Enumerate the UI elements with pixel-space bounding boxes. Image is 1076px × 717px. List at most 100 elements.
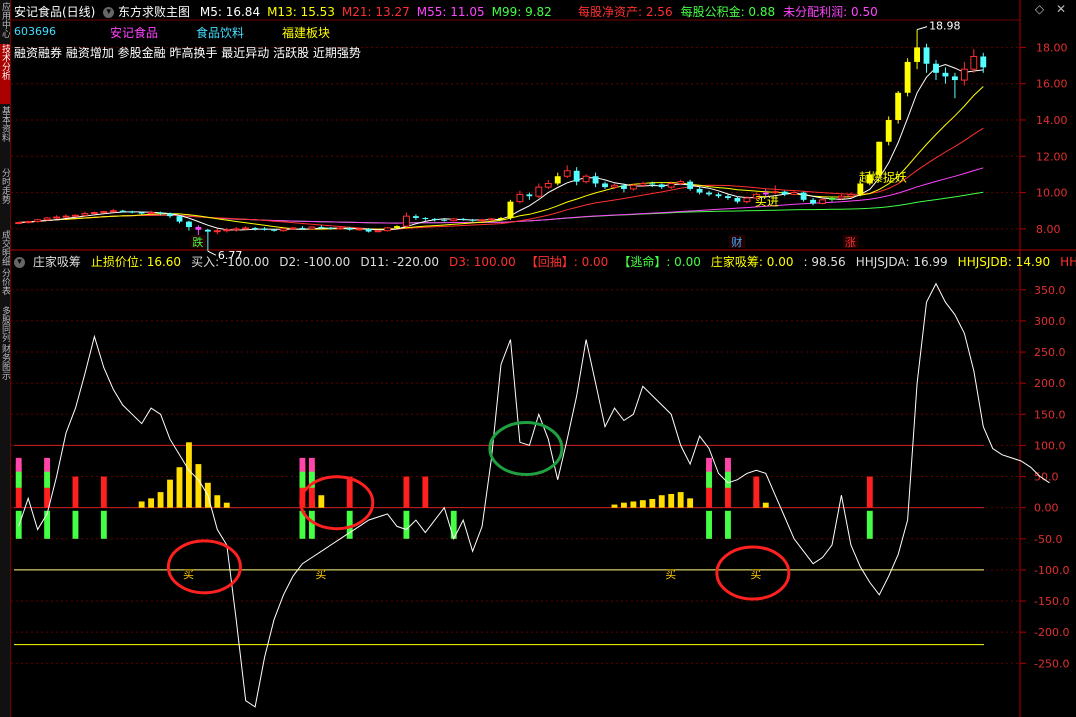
candle-body bbox=[810, 199, 816, 204]
indicator-menu-icon[interactable]: ▾ bbox=[14, 257, 25, 268]
price-tick-label: 8.00 bbox=[1036, 223, 1061, 236]
indicator-tick-label: -150.0 bbox=[1034, 595, 1069, 608]
candle-body bbox=[507, 201, 514, 218]
indicator-header-item: D2: -100.00 bbox=[279, 255, 351, 269]
candle-body bbox=[488, 218, 495, 221]
candle-body bbox=[629, 184, 637, 190]
accumulation-bar bbox=[186, 442, 192, 508]
indicator-header-item: 庄家吸筹: 0.00 bbox=[710, 255, 794, 269]
candle-body bbox=[157, 212, 164, 214]
candle-body bbox=[677, 181, 685, 184]
indicator-tick-label: -200.0 bbox=[1034, 626, 1069, 639]
signal-bar-red bbox=[866, 476, 873, 508]
candle-body bbox=[53, 216, 60, 219]
candle-body bbox=[478, 219, 486, 222]
candle-body bbox=[460, 218, 467, 220]
candle-body bbox=[498, 217, 504, 219]
candle-body bbox=[563, 170, 571, 177]
stock-title: 安记食品(日线) bbox=[14, 5, 96, 19]
indicator-header-item: HHJSJDA: 16.99 bbox=[855, 255, 948, 269]
fundamental-item: 未分配利润: 0.50 bbox=[783, 5, 878, 19]
sector-badge: 食品饮料 bbox=[196, 26, 245, 40]
indicator-header: ▾ 庄家吸筹 止损价位: 16.60 买入: -100.00 D2: -100.00 D… bbox=[14, 253, 1076, 270]
template-name[interactable]: 东方求败主图 bbox=[118, 5, 190, 19]
indicator-tick-label: -50.0 bbox=[1034, 533, 1062, 546]
price-tick-label: 10.00 bbox=[1036, 187, 1068, 200]
candle-body bbox=[100, 211, 108, 214]
candle-body bbox=[582, 175, 590, 183]
candle-body bbox=[119, 210, 126, 212]
candle-body bbox=[431, 218, 438, 220]
diamond-icon[interactable]: ◇ bbox=[1035, 2, 1044, 16]
candle-body bbox=[535, 186, 543, 197]
candle-body bbox=[960, 68, 968, 81]
candle-body bbox=[289, 227, 297, 230]
accumulation-bar bbox=[621, 502, 627, 508]
candle-body bbox=[365, 228, 372, 232]
chart-canvas: 8.0010.0012.0014.0016.0018.0018.986.77起爆… bbox=[11, 0, 1076, 717]
signal-bar-green bbox=[866, 510, 873, 539]
candle-body bbox=[318, 227, 325, 229]
fundamentals-legend: 每股净资产: 2.56 每股公积金: 0.88 未分配利润: 0.50 bbox=[578, 3, 878, 20]
candle-body bbox=[252, 227, 259, 229]
accumulation-bar bbox=[668, 493, 675, 508]
signal-bar-red bbox=[100, 476, 107, 508]
candle-body bbox=[602, 183, 608, 188]
candle-body bbox=[516, 193, 524, 203]
candle-body bbox=[271, 229, 277, 231]
ma-line-5 bbox=[18, 63, 984, 231]
sector-badge: 福建板块 bbox=[282, 26, 331, 40]
accumulation-bar bbox=[176, 467, 183, 508]
candle-body bbox=[280, 228, 287, 232]
candle-body bbox=[129, 211, 136, 213]
candle-body bbox=[725, 196, 731, 199]
close-icon[interactable]: ✕ bbox=[1056, 2, 1066, 16]
accumulation-bar bbox=[223, 502, 230, 508]
signal-bar-pink bbox=[706, 457, 712, 472]
candle-body bbox=[904, 61, 911, 93]
candle-body bbox=[639, 182, 647, 186]
candle-body bbox=[450, 218, 458, 222]
indicator-tick-label: 300.0 bbox=[1034, 315, 1066, 328]
signal-bar-green-mid bbox=[44, 471, 51, 488]
candle-body bbox=[34, 219, 42, 223]
sector-badges: 安记食品 食品饮料 福建板块 bbox=[110, 24, 330, 41]
price-tick-label: 18.00 bbox=[1036, 41, 1068, 54]
candle-body bbox=[687, 181, 694, 189]
candle-body bbox=[308, 226, 316, 230]
buy-label: 买 bbox=[665, 568, 676, 581]
ma-legend-item: M13: 15.53 bbox=[267, 5, 335, 19]
template-menu-icon[interactable]: ▾ bbox=[103, 7, 115, 18]
indicator-header-item: 庄家吸筹 bbox=[32, 255, 81, 269]
signal-bar-pink bbox=[308, 457, 315, 472]
indicator-tick-label: 150.0 bbox=[1034, 408, 1066, 421]
price-annotation: 起爆捉妖 bbox=[859, 170, 907, 185]
candle-body bbox=[876, 141, 883, 175]
signal-bar-red bbox=[753, 476, 760, 508]
signal-bar-green-mid bbox=[725, 471, 731, 488]
candle-body bbox=[706, 192, 712, 195]
signal-bar-pink bbox=[15, 457, 22, 472]
accumulation-bar bbox=[138, 501, 145, 508]
candle-body bbox=[554, 176, 561, 184]
candle-body bbox=[933, 63, 939, 73]
signal-bar-red bbox=[72, 476, 79, 508]
bottom-tag: 涨 bbox=[845, 236, 856, 249]
candle-body bbox=[649, 183, 656, 185]
accumulation-bar bbox=[677, 492, 684, 508]
candle-body bbox=[167, 213, 173, 217]
buy-label: 买 bbox=[750, 568, 761, 581]
price-annotation: 18.98 bbox=[929, 20, 961, 33]
window-controls: ◇ ✕ bbox=[1035, 2, 1066, 16]
candle-body bbox=[951, 76, 958, 81]
candle-body bbox=[970, 55, 978, 70]
candle-body bbox=[942, 72, 949, 77]
candle-body bbox=[771, 191, 779, 194]
accumulation-bar bbox=[762, 502, 769, 508]
candle-body bbox=[223, 229, 231, 232]
candle-body bbox=[621, 185, 627, 189]
candle-body bbox=[186, 221, 192, 228]
candle-body bbox=[62, 215, 70, 218]
candle-body bbox=[346, 227, 353, 230]
candle-body bbox=[176, 216, 183, 222]
